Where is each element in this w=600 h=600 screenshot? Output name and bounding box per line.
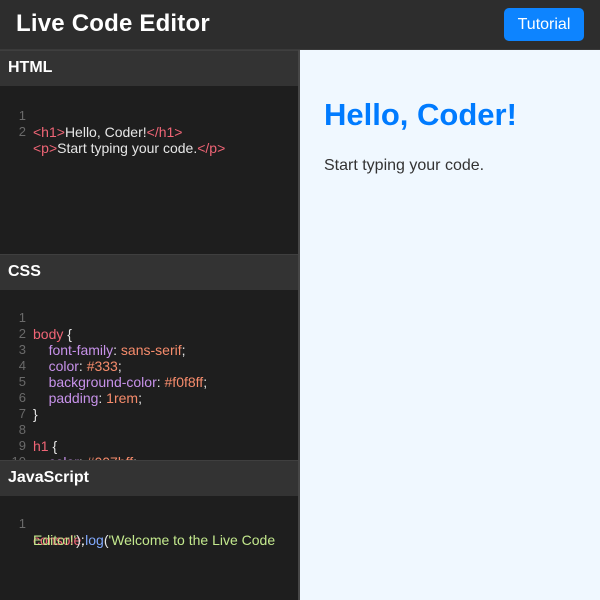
code-line: 5 padding: 1rem; [0, 358, 298, 406]
js-method: log [85, 532, 104, 548]
css-panel-title: CSS [8, 263, 41, 280]
preview-paragraph: Start typing your code. [324, 157, 485, 174]
code-line: 1 console.log('Welcome to the Live Code [0, 500, 298, 548]
line-number: 2 [18, 124, 26, 139]
top-bar: Live Code Editor Tutorial [0, 0, 600, 50]
js-panel-header: JavaScript [0, 460, 298, 496]
html-close-tag: </p> [197, 140, 226, 156]
code-line: 4 background-color: #f0f8ff; [0, 342, 298, 390]
js-panel: JavaScript 1 console.log('Welcome to the… [0, 460, 298, 600]
js-code-editor[interactable]: 1 console.log('Welcome to the Live Code … [0, 496, 298, 600]
html-panel-title: HTML [8, 59, 53, 76]
code-line: 1 body { [0, 294, 298, 342]
preview-pane: Hello, Coder! Start typing your code. [300, 50, 600, 600]
html-panel-header: HTML [0, 50, 298, 86]
html-open-tag: <p> [33, 140, 58, 156]
editors-column: HTML 1 <h1>Hello, Coder!</h1> 2 <p>Start… [0, 50, 298, 600]
js-string: 'Welcome to the Live Code [108, 532, 276, 548]
html-code-editor[interactable]: 1 <h1>Hello, Coder!</h1> 2 <p>Start typi… [0, 86, 298, 254]
css-code-editor[interactable]: 1 body { 2 font-family: sans-serif; 3 co… [0, 290, 298, 486]
html-panel: HTML 1 <h1>Hello, Coder!</h1> 2 <p>Start… [0, 50, 298, 254]
code-line: 2 <p>Start typing your code.</p> [0, 108, 298, 156]
live-code-editor-app: Live Code Editor Tutorial HTML 1 <h1>Hel… [0, 0, 600, 600]
code-line: 7 [0, 390, 298, 421]
code-line: 8 h1 { [0, 406, 298, 454]
js-string: Editor!' [33, 532, 77, 548]
html-close-tag: </h1> [146, 124, 183, 140]
code-text: <h1>Hello, Coder!</h1> [33, 124, 182, 140]
app-title: Live Code Editor [16, 10, 210, 37]
code-line-wrapped: Editor!'); [0, 516, 298, 548]
code-line: 9 color: #007bff; [0, 422, 298, 470]
css-panel-header: CSS [0, 254, 298, 290]
css-panel: CSS 1 body { 2 font-family: sans-serif; … [0, 254, 298, 486]
code-line: 2 font-family: sans-serif; [0, 310, 298, 358]
code-text: Editor!'); [33, 532, 85, 548]
js-panel-title: JavaScript [8, 469, 89, 486]
code-line: 3 color: #333; [0, 326, 298, 374]
code-line: 10 } [0, 438, 298, 486]
code-line: 6 } [0, 374, 298, 422]
html-text: Start typing your code. [57, 140, 198, 156]
code-text: <p>Start typing your code.</p> [33, 140, 225, 156]
tutorial-button[interactable]: Tutorial [504, 8, 584, 41]
preview-heading: Hello, Coder! [324, 97, 517, 132]
code-line: 1 <h1>Hello, Coder!</h1> [0, 92, 298, 140]
html-text: Hello, Coder! [64, 124, 147, 140]
